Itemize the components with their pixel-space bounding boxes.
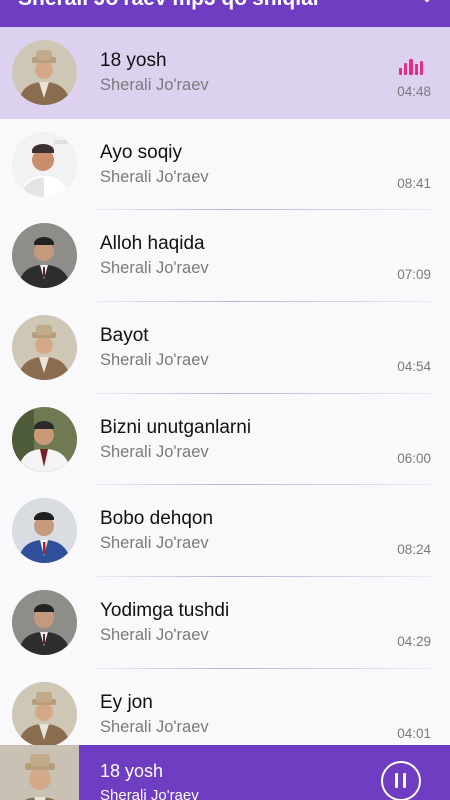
avatar — [12, 40, 77, 105]
player-title: 18 yosh — [100, 761, 164, 781]
avatar — [12, 681, 77, 745]
song-title: Bobo dehqon — [100, 508, 214, 530]
avatar — [12, 590, 77, 656]
song-duration: 04:48 — [397, 84, 431, 99]
song-artist: Sherali Jo'raev — [100, 534, 209, 553]
song-artist: Sherali Jo'raev — [100, 167, 209, 186]
chevron-down-icon[interactable] — [420, 0, 434, 6]
app-title: Sherali Jo'raev mp3 qo'shiqlar — [18, 0, 321, 11]
song-row[interactable]: Yodimga tushdi Sherali Jo'raev 04:29 — [0, 577, 450, 669]
song-row[interactable]: Alloh haqida Sherali Jo'raev 07:09 — [0, 210, 450, 303]
avatar — [12, 131, 77, 197]
song-row[interactable]: Bayot Sherali Jo'raev 04:54 — [0, 302, 450, 394]
song-duration: 04:29 — [397, 634, 431, 650]
player-thumbnail — [0, 745, 79, 800]
song-title: Bizni unutganlarni — [100, 416, 252, 438]
pause-icon — [395, 773, 398, 788]
song-duration: 08:24 — [397, 542, 431, 558]
song-artist: Sherali Jo'raev — [100, 259, 209, 278]
song-artist: Sherali Jo'raev — [100, 717, 209, 736]
avatar — [12, 223, 77, 289]
avatar — [12, 406, 77, 472]
song-artist: Sherali Jo'raev — [100, 351, 209, 370]
song-row[interactable]: Ayo soqiy Sherali Jo'raev 08:41 — [0, 118, 450, 211]
mini-player[interactable]: 18 yosh Sherali Jo'raev — [0, 745, 450, 800]
song-row[interactable]: Bobo dehqon Sherali Jo'raev 08:24 — [0, 485, 450, 578]
song-row[interactable]: Ey jon Sherali Jo'raev 04:01 — [0, 668, 450, 745]
song-artist: Sherali Jo'raev — [100, 626, 209, 645]
song-title: Bayot — [100, 325, 149, 347]
song-artist: Sherali Jo'raev — [100, 442, 209, 461]
avatar — [12, 498, 77, 564]
avatar — [12, 315, 77, 381]
song-list: 18 yosh Sherali Jo'raev 04:48 Ayo soqiy … — [0, 27, 450, 745]
song-duration: 04:01 — [397, 725, 431, 741]
song-title: 18 yosh — [100, 50, 167, 71]
song-row[interactable]: Bizni unutganlarni Sherali Jo'raev 06:00 — [0, 393, 450, 486]
song-row[interactable]: 18 yosh Sherali Jo'raev 04:48 — [0, 27, 450, 119]
equalizer-icon — [399, 57, 424, 75]
pause-icon-bar — [403, 773, 406, 788]
app-bar: Sherali Jo'raev mp3 qo'shiqlar — [0, 0, 450, 27]
song-title: Ayo soqiy — [100, 141, 183, 163]
song-duration: 08:41 — [397, 175, 431, 191]
pause-button[interactable] — [381, 761, 421, 800]
song-title: Yodimga tushdi — [100, 600, 230, 622]
song-duration: 04:54 — [397, 359, 431, 375]
song-title: Ey jon — [100, 691, 153, 713]
song-artist: Sherali Jo'raev — [100, 76, 209, 94]
song-title: Alloh haqida — [100, 233, 205, 255]
song-duration: 06:00 — [397, 450, 431, 466]
player-artist: Sherali Jo'raev — [100, 787, 199, 800]
song-duration: 07:09 — [397, 267, 431, 283]
